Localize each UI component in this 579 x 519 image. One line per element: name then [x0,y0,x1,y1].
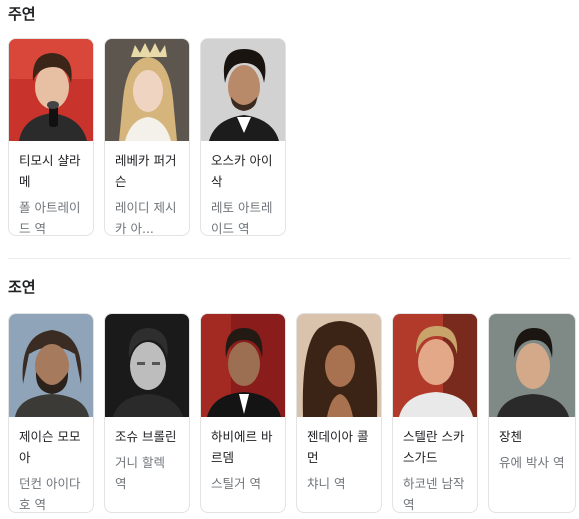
character-role: 거니 할렉 역 [115,455,165,491]
character-role: 레이디 제시카 아... [115,200,177,236]
cast-card-oscar[interactable]: 오스카 아이삭 레토 아트레이드 역 [200,38,286,236]
actor-photo [105,314,189,417]
cast-card-chang-chen[interactable]: 장첸 유에 박사 역 [488,313,576,513]
supporting-cast-heading: 조연 [8,278,36,296]
character-role: 던컨 아이다호 역 [19,476,81,512]
cast-card-jason[interactable]: 제이슨 모모아 던컨 아이다호 역 [8,313,94,513]
actor-name: 스텔란 스카스가드 [403,429,465,465]
actor-photo [105,39,189,141]
character-role: 챠니 역 [307,476,346,491]
actor-name: 티모시 샬라메 [19,153,81,189]
actor-photo [9,314,93,417]
actor-name: 제이슨 모모아 [19,429,81,465]
cast-card-zendaya[interactable]: 젠데이아 콜먼 챠니 역 [296,313,382,513]
character-role: 하코넨 남작 역 [403,476,465,512]
actor-photo [489,314,575,417]
cast-card-stellan[interactable]: 스텔란 스카스가드 하코넨 남작 역 [392,313,478,513]
actor-photo [201,314,285,417]
actor-name: 조슈 브롤린 [115,429,177,444]
actor-photo [393,314,477,417]
actor-photo [9,39,93,141]
actor-name: 장첸 [499,429,523,444]
section-divider [8,258,571,259]
character-role: 유에 박사 역 [499,455,565,470]
actor-name: 하비에르 바르뎀 [211,429,273,465]
cast-card-timothee[interactable]: 티모시 샬라메 폴 아트레이드 역 [8,38,94,236]
cast-card-josh[interactable]: 조슈 브롤린 거니 할렉 역 [104,313,190,513]
actor-name: 젠데이아 콜먼 [307,429,369,465]
character-role: 레토 아트레이드 역 [211,200,273,236]
actor-photo [297,314,381,417]
cast-card-rebecca[interactable]: 레베카 퍼거슨 레이디 제시카 아... [104,38,190,236]
character-role: 폴 아트레이드 역 [19,200,81,236]
actor-name: 오스카 아이삭 [211,153,273,189]
character-role: 스틸거 역 [211,476,261,491]
actor-name: 레베카 퍼거슨 [115,153,177,189]
actor-photo [201,39,285,141]
main-cast-heading: 주연 [8,5,36,23]
cast-card-javier[interactable]: 하비에르 바르뎀 스틸거 역 [200,313,286,513]
